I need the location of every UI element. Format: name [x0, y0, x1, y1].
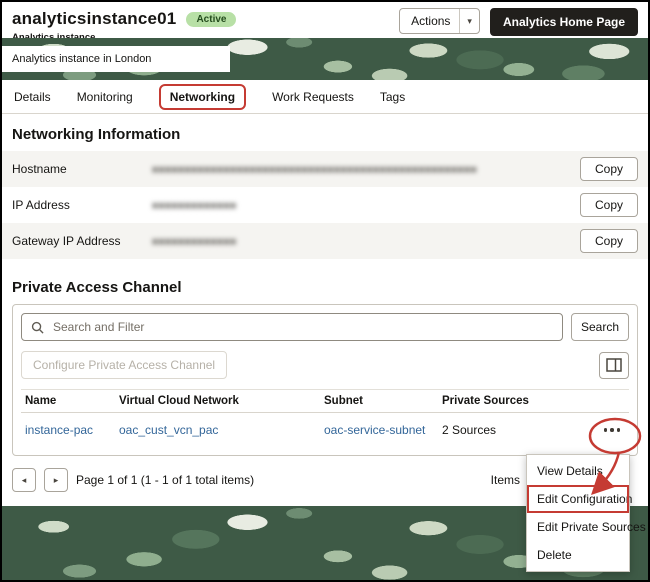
hostname-value-redacted: xxxxxxxxxxxxxxxxxxxxxxxxxxxxxxxxxxxxxxxx…: [152, 162, 477, 176]
status-badge: Active: [186, 12, 236, 27]
chevron-down-icon: ▾: [459, 9, 479, 33]
manage-columns-button[interactable]: [599, 352, 629, 379]
search-icon: [31, 321, 44, 334]
tab-work-requests[interactable]: Work Requests: [272, 90, 354, 104]
hostname-label: Hostname: [12, 162, 152, 176]
table-toolbar: Configure Private Access Channel: [21, 351, 629, 379]
next-page-button[interactable]: ▸: [44, 468, 68, 492]
copy-hostname-button[interactable]: Copy: [580, 157, 638, 181]
search-row: Search: [21, 313, 629, 341]
decorative-banner: Analytics instance in London: [2, 38, 648, 80]
column-header-subnet: Subnet: [324, 395, 442, 407]
page-title: analyticsinstance01: [12, 9, 176, 29]
search-box[interactable]: [21, 313, 563, 341]
row-actions-menu-button[interactable]: [599, 421, 626, 439]
gateway-ip-row: Gateway IP Address xxxxxxxxxxxxx Copy: [2, 223, 648, 259]
analytics-home-page-button[interactable]: Analytics Home Page: [490, 8, 638, 36]
subnet-link[interactable]: oac-service-subnet: [324, 423, 442, 437]
oci-console-window: analyticsinstance01 Active Analytics ins…: [0, 0, 650, 582]
page-header: analyticsinstance01 Active Analytics ins…: [2, 2, 648, 38]
tab-monitoring[interactable]: Monitoring: [77, 90, 133, 104]
columns-icon: [606, 358, 622, 372]
row-actions-context-menu: View Details Edit Configuration Edit Pri…: [526, 454, 630, 572]
actions-button-label: Actions: [411, 15, 450, 27]
vcn-link[interactable]: oac_cust_vcn_pac: [119, 423, 324, 437]
pagination-text: Page 1 of 1 (1 - 1 of 1 total items): [76, 473, 254, 487]
tab-networking[interactable]: Networking: [159, 84, 246, 110]
column-header-vcn: Virtual Cloud Network: [119, 395, 324, 407]
private-sources-count: 2 Sources: [442, 423, 595, 437]
ip-address-value-redacted: xxxxxxxxxxxxx: [152, 198, 237, 212]
row-actions-cell: [595, 421, 629, 439]
menu-item-delete[interactable]: Delete: [527, 541, 629, 569]
menu-item-edit-private-sources[interactable]: Edit Private Sources: [527, 513, 629, 541]
menu-item-edit-configuration[interactable]: Edit Configuration: [527, 485, 629, 513]
tab-details[interactable]: Details: [14, 90, 51, 104]
search-button[interactable]: Search: [571, 313, 629, 341]
column-header-private-sources: Private Sources: [442, 395, 595, 407]
chevron-right-icon: ▸: [54, 476, 59, 485]
tab-tags[interactable]: Tags: [380, 90, 405, 104]
search-input[interactable]: [51, 319, 553, 335]
column-header-name: Name: [21, 395, 119, 407]
copy-ip-address-button[interactable]: Copy: [580, 193, 638, 217]
ip-address-row: IP Address xxxxxxxxxxxxx Copy: [2, 187, 648, 223]
private-access-channel-panel: Search Configure Private Access Channel …: [12, 304, 638, 456]
dot-icon: [604, 428, 608, 432]
networking-information-heading: Networking Information: [12, 126, 638, 143]
table-row: instance-pac oac_cust_vcn_pac oac-servic…: [21, 413, 629, 447]
header-buttons: Actions ▾ Analytics Home Page: [399, 8, 638, 36]
copy-gateway-ip-button[interactable]: Copy: [580, 229, 638, 253]
dot-icon: [617, 428, 621, 432]
hostname-row: Hostname xxxxxxxxxxxxxxxxxxxxxxxxxxxxxxx…: [2, 151, 648, 187]
items-per-page-label: Items: [491, 473, 520, 487]
gateway-ip-label: Gateway IP Address: [12, 234, 152, 248]
pac-name-link[interactable]: instance-pac: [21, 423, 119, 437]
private-access-channel-heading: Private Access Channel: [12, 279, 638, 296]
pac-table: Name Virtual Cloud Network Subnet Privat…: [21, 389, 629, 447]
networking-info-rows: Hostname xxxxxxxxxxxxxxxxxxxxxxxxxxxxxxx…: [2, 151, 648, 259]
previous-page-button[interactable]: ◂: [12, 468, 36, 492]
instance-description: Analytics instance in London: [2, 46, 230, 72]
chevron-left-icon: ◂: [22, 476, 27, 485]
ip-address-label: IP Address: [12, 198, 152, 212]
configure-private-access-channel-button[interactable]: Configure Private Access Channel: [21, 351, 227, 379]
pac-table-header: Name Virtual Cloud Network Subnet Privat…: [21, 389, 629, 413]
gateway-ip-value-redacted: xxxxxxxxxxxxx: [152, 234, 237, 248]
actions-button[interactable]: Actions ▾: [399, 8, 480, 34]
main-content: Networking Information Hostname xxxxxxxx…: [2, 126, 648, 492]
tab-bar: Details Monitoring Networking Work Reque…: [2, 80, 648, 114]
dot-icon: [610, 428, 614, 432]
menu-item-view-details[interactable]: View Details: [527, 457, 629, 485]
